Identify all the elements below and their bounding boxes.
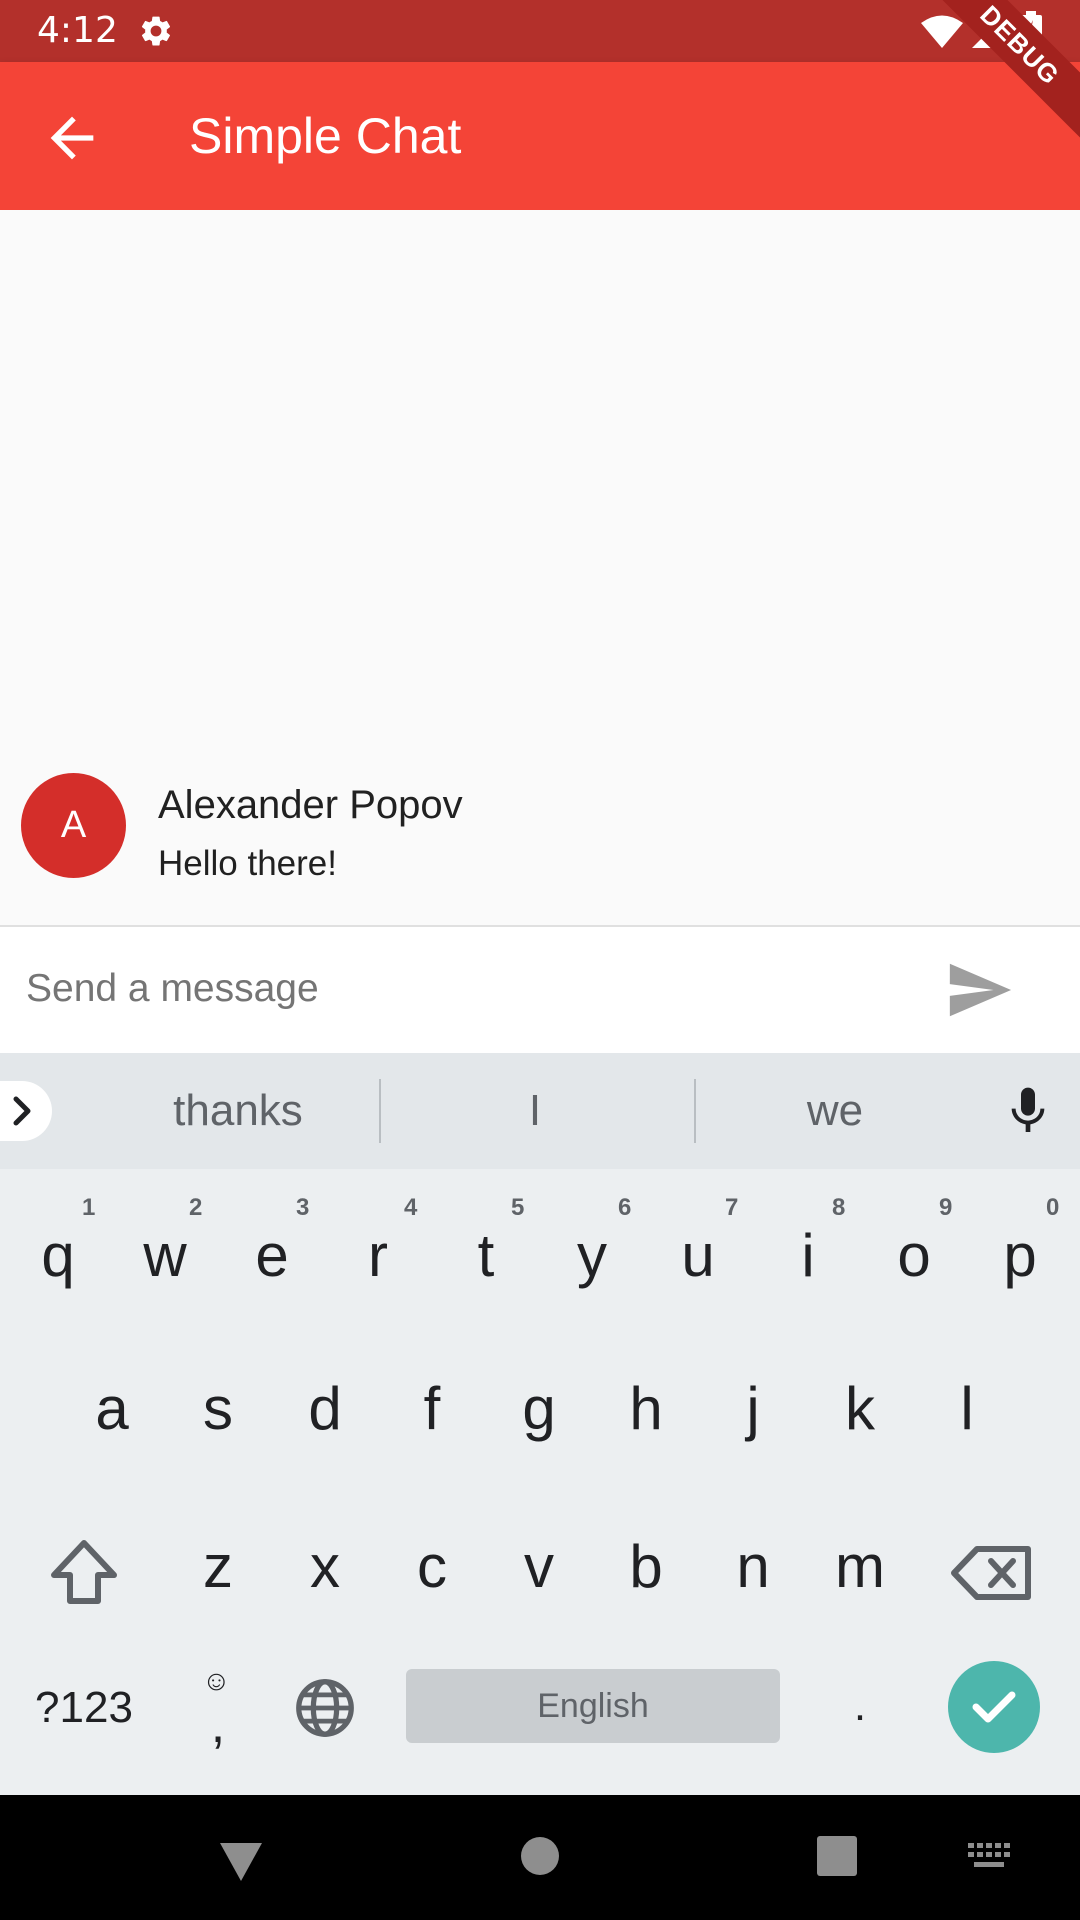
key-e[interactable]: e <box>222 1216 322 1316</box>
key-j[interactable]: j <box>703 1369 803 1469</box>
composer <box>0 927 1080 1053</box>
arrow-back-icon[interactable] <box>40 106 104 170</box>
check-icon <box>972 1691 1016 1723</box>
done-key[interactable] <box>948 1661 1040 1753</box>
suggestion-bar: thanks I we <box>0 1053 1080 1169</box>
keyboard: thanks I we q w e r t y u i o p 1 2 3 4 … <box>0 1053 1080 1795</box>
key-p[interactable]: p <box>970 1216 1070 1316</box>
key-f[interactable]: f <box>382 1369 482 1469</box>
key-m[interactable]: m <box>810 1527 910 1627</box>
sender-name: Alexander Popov <box>158 783 463 827</box>
key-i[interactable]: i <box>758 1216 858 1316</box>
recents-nav-icon[interactable] <box>817 1836 857 1876</box>
period-key[interactable]: . <box>810 1661 910 1751</box>
key-o[interactable]: o <box>864 1216 964 1316</box>
app-bar: Simple Chat <box>0 62 1080 210</box>
comma-emoji-key[interactable]: ☺ , <box>168 1653 268 1763</box>
list-item: A Alexander Popov Hello there! <box>0 760 1080 900</box>
back-nav-icon[interactable] <box>216 1835 266 1885</box>
space-key[interactable]: English <box>406 1669 780 1743</box>
key-hint: 7 <box>725 1194 739 1221</box>
key-q[interactable]: q <box>8 1216 108 1316</box>
message-list: A Alexander Popov Hello there! <box>0 210 1080 925</box>
key-a[interactable]: a <box>62 1369 162 1469</box>
key-hint: 3 <box>296 1194 310 1221</box>
status-bar: 4:12 <box>0 0 1080 62</box>
shift-icon[interactable] <box>34 1523 134 1623</box>
key-hint: 0 <box>1046 1194 1060 1221</box>
key-hint: 1 <box>82 1194 96 1221</box>
symbols-key[interactable]: ?123 <box>14 1673 154 1743</box>
key-v[interactable]: v <box>489 1527 589 1627</box>
home-nav-icon[interactable] <box>521 1837 559 1875</box>
key-hint: 9 <box>939 1194 953 1221</box>
key-y[interactable]: y <box>542 1216 642 1316</box>
keyboard-switch-icon[interactable] <box>966 1841 1012 1871</box>
key-s[interactable]: s <box>168 1369 268 1469</box>
send-icon[interactable] <box>944 955 1014 1025</box>
key-x[interactable]: x <box>275 1527 375 1627</box>
key-hint: 4 <box>404 1194 418 1221</box>
key-w[interactable]: w <box>115 1216 215 1316</box>
suggestion-divider <box>379 1079 381 1143</box>
mic-icon[interactable] <box>1000 1083 1056 1139</box>
key-n[interactable]: n <box>703 1527 803 1627</box>
key-t[interactable]: t <box>436 1216 536 1316</box>
smiley-icon: ☺ <box>202 1665 231 1696</box>
suggestion-3[interactable]: we <box>715 1081 955 1141</box>
key-hint: 5 <box>511 1194 525 1221</box>
key-h[interactable]: h <box>596 1369 696 1469</box>
chevron-right-icon[interactable] <box>0 1081 52 1141</box>
suggestion-2[interactable]: I <box>415 1081 655 1141</box>
suggestion-divider <box>694 1079 696 1143</box>
navigation-bar <box>0 1795 1080 1920</box>
globe-icon[interactable] <box>290 1673 360 1743</box>
message-text: Hello there! <box>158 844 337 883</box>
key-hint: 6 <box>618 1194 632 1221</box>
key-g[interactable]: g <box>489 1369 589 1469</box>
key-z[interactable]: z <box>168 1527 268 1627</box>
gear-icon <box>138 13 174 53</box>
key-hint: 8 <box>832 1194 846 1221</box>
backspace-icon[interactable] <box>944 1523 1044 1623</box>
key-l[interactable]: l <box>917 1369 1017 1469</box>
key-r[interactable]: r <box>328 1216 428 1316</box>
key-hint: 2 <box>189 1194 203 1221</box>
page-title: Simple Chat <box>189 108 462 164</box>
key-d[interactable]: d <box>275 1369 375 1469</box>
suggestion-1[interactable]: thanks <box>118 1081 358 1141</box>
key-u[interactable]: u <box>648 1216 748 1316</box>
key-c[interactable]: c <box>382 1527 482 1627</box>
key-b[interactable]: b <box>596 1527 696 1627</box>
message-input[interactable] <box>26 957 906 1021</box>
comma-label: , <box>210 1696 226 1754</box>
avatar: A <box>21 773 126 878</box>
status-time: 4:12 <box>37 10 118 51</box>
wifi-icon <box>920 14 964 54</box>
key-k[interactable]: k <box>810 1369 910 1469</box>
